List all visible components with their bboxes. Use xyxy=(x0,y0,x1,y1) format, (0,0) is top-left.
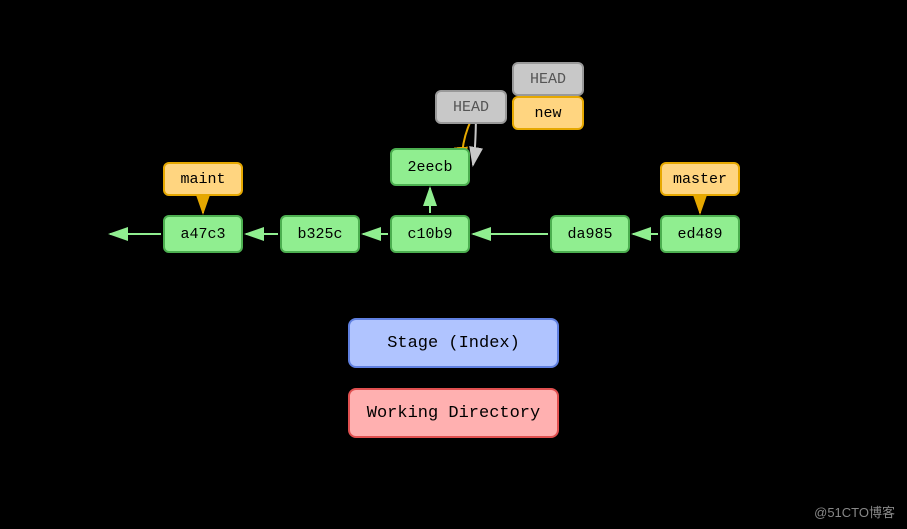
label-head-top: HEAD xyxy=(512,62,584,96)
commit-a47c3: a47c3 xyxy=(163,215,243,253)
label-head-gray: HEAD xyxy=(435,90,507,124)
label-maint: maint xyxy=(163,162,243,196)
working-directory-box: Working Directory xyxy=(348,388,559,438)
commit-c10b9: c10b9 xyxy=(390,215,470,253)
diagram-container: 2eecb c10b9 da985 ed489 b325c a47c3 main… xyxy=(0,0,907,529)
commit-da985: da985 xyxy=(550,215,630,253)
commit-2eecb: 2eecb xyxy=(390,148,470,186)
stage-box: Stage (Index) xyxy=(348,318,559,368)
watermark: @51CTO博客 xyxy=(814,502,895,521)
commit-ed489: ed489 xyxy=(660,215,740,253)
label-master: master xyxy=(660,162,740,196)
label-new: new xyxy=(512,96,584,130)
arrows-svg xyxy=(0,0,907,529)
commit-b325c: b325c xyxy=(280,215,360,253)
